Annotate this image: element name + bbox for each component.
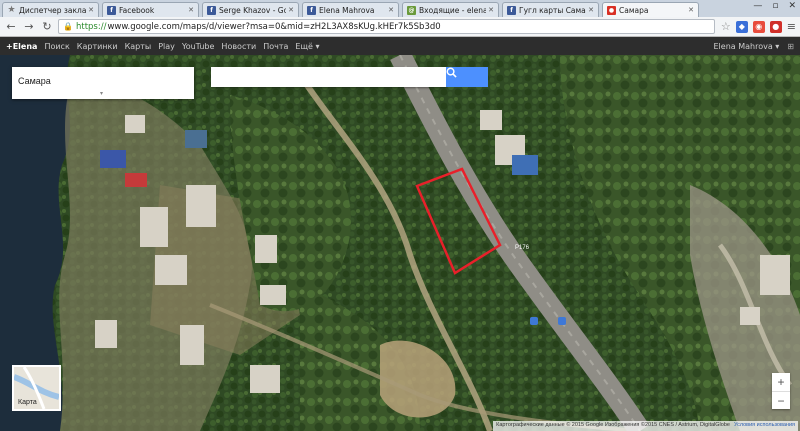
url-scheme: https:// [75, 21, 107, 32]
map-search-input[interactable] [211, 67, 446, 87]
map-layer-label: Карта [18, 399, 37, 406]
zoom-out-button[interactable]: − [772, 391, 790, 409]
terms-link[interactable]: Условия использования [734, 422, 795, 430]
tab-bookmarks[interactable]: ★Диспетчер закладок✕ [2, 2, 99, 17]
tab-google-maps-samara[interactable]: fГугл карты Самара✕ [502, 2, 599, 17]
google-bar: +Elena Поиск Картинки Карты Play YouTube… [0, 37, 800, 55]
user-name: Elena Mahrova ▾ [713, 41, 780, 51]
close-icon[interactable]: ✕ [388, 6, 394, 14]
gbar-link-images[interactable]: Картинки [77, 42, 118, 51]
attribution-text: Картографические данные © 2015 Google Из… [496, 422, 730, 428]
close-icon[interactable]: ✕ [88, 6, 94, 14]
close-icon[interactable]: ✕ [188, 6, 194, 14]
gbar-link-news[interactable]: Новости [221, 42, 256, 51]
facebook-icon: f [507, 5, 516, 15]
extension-icons: ☆ ◆ ◉ ● ≡ [721, 20, 796, 33]
close-icon[interactable]: ✕ [588, 6, 594, 14]
search-button[interactable] [446, 67, 488, 87]
reload-icon[interactable]: ↻ [40, 20, 54, 34]
tab-strip: ★Диспетчер закладок✕ fFacebook✕ fSerge K… [0, 0, 800, 17]
star-icon: ★ [7, 5, 16, 15]
map-title-panel[interactable]: Самара ▾ [12, 67, 194, 99]
close-icon[interactable]: ✕ [488, 6, 494, 14]
mail-icon: @ [407, 5, 416, 15]
bookmark-star-icon[interactable]: ☆ [721, 20, 731, 33]
share-icon[interactable]: ⊞ [787, 42, 794, 51]
zoom-control: + − [772, 373, 790, 409]
tab-inbox[interactable]: @Входящие - elena_m✕ [402, 2, 499, 17]
maximize-icon[interactable]: ▫ [772, 1, 778, 11]
close-window-icon[interactable]: ✕ [788, 1, 796, 11]
user-menu[interactable]: Elena Mahrova ▾ ⊞ [714, 42, 795, 51]
search-icon [446, 67, 457, 78]
extension-icon[interactable]: ◉ [752, 20, 765, 33]
forward-icon[interactable]: → [22, 20, 36, 34]
facebook-icon: f [107, 5, 116, 15]
lock-icon: 🔒 [63, 22, 73, 31]
road-label: Р176 [515, 245, 530, 251]
gbar-link-youtube[interactable]: YouTube [182, 42, 215, 51]
extension-icon[interactable]: ◆ [735, 20, 748, 33]
minimize-icon[interactable]: — [753, 1, 762, 11]
zoom-in-button[interactable]: + [772, 373, 790, 391]
menu-icon[interactable]: ≡ [787, 20, 796, 33]
map-layer-toggle[interactable]: Карта [12, 365, 61, 411]
close-icon[interactable]: ✕ [288, 6, 294, 14]
gbar-link-profile[interactable]: +Elena [6, 42, 37, 51]
facebook-icon: f [207, 5, 216, 15]
gbar-link-play[interactable]: Play [158, 42, 175, 51]
extension-icon[interactable]: ● [769, 20, 782, 33]
tab-samara[interactable]: ● Самара ✕ [602, 2, 699, 17]
window-controls: — ▫ ✕ [753, 1, 796, 11]
browser-toolbar: ← → ↻ 🔒 https:// www.google.com/maps/d/v… [0, 17, 800, 37]
back-icon[interactable]: ← [4, 20, 18, 34]
tab-facebook[interactable]: f Facebook ✕ [102, 2, 199, 17]
maps-pin-icon: ● [607, 5, 616, 15]
gbar-link-maps[interactable]: Карты [125, 42, 152, 51]
gbar-link-more[interactable]: Ещё ▾ [295, 42, 319, 51]
close-icon[interactable]: ✕ [688, 6, 694, 14]
address-bar[interactable]: 🔒 https:// www.google.com/maps/d/viewer?… [58, 19, 715, 34]
map-attribution: Картографические данные © 2015 Google Из… [493, 421, 798, 431]
tab-elena[interactable]: f Elena Mahrova ✕ [302, 2, 399, 17]
map-title: Самара [18, 76, 51, 86]
gbar-link-search[interactable]: Поиск [44, 42, 69, 51]
satellite-imagery [0, 55, 800, 431]
map-canvas[interactable]: Р176 Самара ▾ Карта + − Картографические… [0, 55, 800, 431]
url-text: www.google.com/maps/d/viewer?msa=0&mid=z… [107, 21, 441, 32]
facebook-icon: f [307, 5, 316, 15]
gbar-link-mail[interactable]: Почта [263, 42, 288, 51]
tab-serge[interactable]: f Serge Khazov - Goo ✕ [202, 2, 299, 17]
chevron-down-icon[interactable]: ▾ [100, 90, 103, 97]
